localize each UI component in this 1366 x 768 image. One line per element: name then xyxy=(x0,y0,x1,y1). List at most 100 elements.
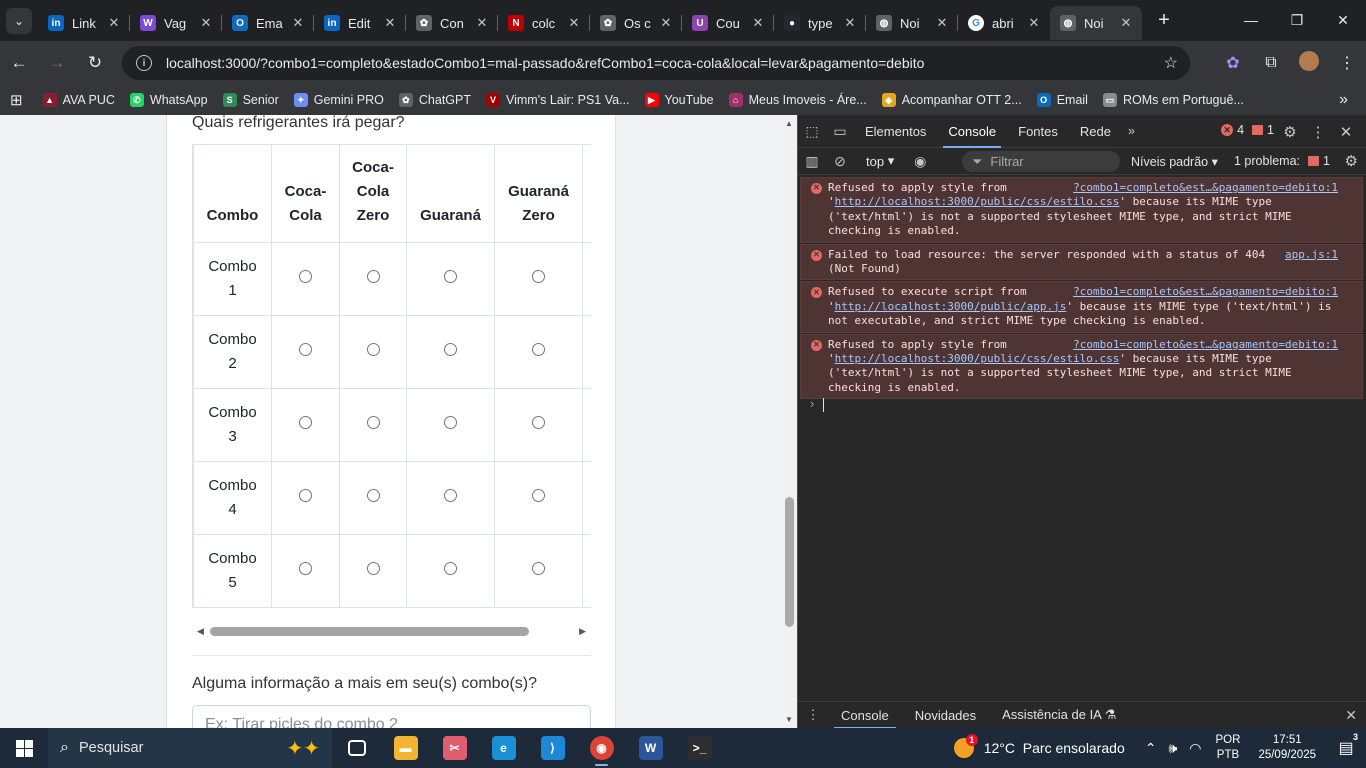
close-tab-icon[interactable]: ✕ xyxy=(290,15,306,31)
soft-drink-radio[interactable] xyxy=(444,343,457,356)
soft-drink-radio[interactable] xyxy=(299,489,312,502)
close-tab-icon[interactable]: ✕ xyxy=(474,15,490,31)
forward-icon[interactable]: → xyxy=(38,53,76,73)
close-tab-icon[interactable]: ✕ xyxy=(842,15,858,31)
browser-tab[interactable]: ✿ Con ✕ xyxy=(406,6,498,40)
scrollbar-thumb[interactable] xyxy=(210,627,529,636)
browser-tab[interactable]: ✿ Os c ✕ xyxy=(590,6,682,40)
soft-drink-radio[interactable] xyxy=(532,343,545,356)
soft-drink-radio[interactable] xyxy=(366,343,380,356)
bookmark-item[interactable]: S Senior xyxy=(222,93,279,107)
bookmark-item[interactable]: ⌂ Meus Imoveis - Áre... xyxy=(728,93,867,107)
devtools-counters[interactable]: ✕ 4 1 xyxy=(1221,123,1274,137)
log-levels-dropdown[interactable]: Níveis padrão ▾ xyxy=(1131,154,1218,169)
message-source-link[interactable]: ?combo1=completo&est…&pagamento=debito:1 xyxy=(1073,181,1338,195)
browser-tab[interactable]: in Edit ✕ xyxy=(314,6,406,40)
inspect-element-icon[interactable]: ⬚ xyxy=(798,123,826,140)
taskbar-app[interactable]: ▣ xyxy=(332,728,381,768)
drawer-tab[interactable]: Console xyxy=(828,702,902,729)
bookmark-item[interactable]: ▶ YouTube xyxy=(644,93,714,107)
back-icon[interactable]: ← xyxy=(0,53,38,73)
devtools-tab-console[interactable]: Console xyxy=(937,115,1007,148)
browser-tab[interactable]: ◍ Noi ✕ xyxy=(1050,6,1142,40)
profile-avatar[interactable] xyxy=(1290,50,1328,76)
browser-tab[interactable]: U Cou ✕ xyxy=(682,6,774,40)
site-info-icon[interactable]: i xyxy=(136,55,152,71)
bookmark-item[interactable]: ✦ Gemini PRO xyxy=(293,93,384,107)
volume-icon[interactable]: 🕪 xyxy=(1168,740,1177,757)
show-hidden-icons-icon[interactable]: ⌃ xyxy=(1145,740,1157,757)
context-selector[interactable]: top ▾ xyxy=(858,151,902,171)
address-url[interactable]: localhost:3000/?combo1=completo&estadoCo… xyxy=(166,55,924,71)
soft-drink-radio[interactable] xyxy=(532,489,545,502)
bookmark-item[interactable]: ✆ WhatsApp xyxy=(129,93,208,107)
message-source-link[interactable]: app.js:1 xyxy=(1285,248,1338,262)
soft-drink-radio[interactable] xyxy=(532,416,545,429)
close-tab-icon[interactable]: ✕ xyxy=(934,15,950,31)
notification-center-icon[interactable]: ▤ 3 xyxy=(1326,732,1366,758)
message-url-link[interactable]: http://localhost:3000/public/css/estilo.… xyxy=(835,195,1120,208)
live-expression-eye-icon[interactable]: ◉ xyxy=(906,153,934,170)
close-tab-icon[interactable]: ✕ xyxy=(1118,15,1134,31)
close-drawer-icon[interactable]: ✕ xyxy=(1345,707,1357,724)
soft-drink-radio[interactable] xyxy=(366,270,380,283)
bookmark-item[interactable]: ▭ ROMs em Portuguê... xyxy=(1102,93,1244,107)
browser-menu-icon[interactable]: ⋮ xyxy=(1328,53,1366,73)
message-url-link[interactable]: http://localhost:3000/public/css/estilo.… xyxy=(835,352,1120,365)
soft-drink-radio[interactable] xyxy=(299,562,312,575)
minimize-icon[interactable]: — xyxy=(1228,0,1274,40)
close-tab-icon[interactable]: ✕ xyxy=(1026,15,1042,31)
taskbar-search[interactable]: ⌕ Pesquisar ✦✦ xyxy=(48,728,332,768)
tab-search-button[interactable]: ⌄ xyxy=(0,0,38,41)
language-indicator[interactable]: POR PTB xyxy=(1216,733,1241,763)
drawer-menu-icon[interactable]: ⋮ xyxy=(798,707,828,723)
new-tab-button[interactable]: + xyxy=(1148,9,1180,32)
bookmark-item[interactable]: V Vimm's Lair: PS1 Va... xyxy=(486,93,630,107)
devtools-tab-fontes[interactable]: Fontes xyxy=(1007,115,1069,148)
close-tab-icon[interactable]: ✕ xyxy=(566,15,582,31)
message-source-link[interactable]: ?combo1=completo&est…&pagamento=debito:1 xyxy=(1073,338,1338,352)
scroll-up-icon[interactable]: ▲ xyxy=(785,119,793,128)
settings-gear-icon[interactable]: ⚙ xyxy=(1276,123,1304,141)
bookmark-item[interactable]: ✿ ChatGPT xyxy=(398,93,471,107)
soft-drink-radio[interactable] xyxy=(444,562,457,575)
extra-info-input[interactable]: Ex: Tirar picles do combo 2 xyxy=(192,705,591,728)
close-devtools-icon[interactable]: ✕ xyxy=(1332,123,1360,141)
soft-drink-radio[interactable] xyxy=(444,489,457,502)
browser-tab[interactable]: in Link ✕ xyxy=(38,6,130,40)
reload-icon[interactable]: ↻ xyxy=(76,53,114,73)
scroll-left-icon[interactable]: ◀ xyxy=(197,626,204,637)
soft-drink-radio[interactable] xyxy=(299,270,312,283)
close-tab-icon[interactable]: ✕ xyxy=(106,15,122,31)
close-tab-icon[interactable]: ✕ xyxy=(658,15,674,31)
sidebar-toggle-icon[interactable]: ▥ xyxy=(798,153,826,170)
console-settings-icon[interactable]: ⚙ xyxy=(1345,152,1358,170)
soft-drink-radio[interactable] xyxy=(299,416,312,429)
close-tab-icon[interactable]: ✕ xyxy=(198,15,214,31)
start-button[interactable] xyxy=(0,728,48,768)
soft-drinks-table-wrapper[interactable]: Combo Coca- Cola Coca- Cola Zero Guaraná Gua… xyxy=(192,144,591,608)
message-source-link[interactable]: ?combo1=completo&est…&pagamento=debito:1 xyxy=(1073,285,1338,299)
close-tab-icon[interactable]: ✕ xyxy=(382,15,398,31)
bookmark-item[interactable]: ▲ AVA PUC xyxy=(42,93,115,107)
soft-drink-radio[interactable] xyxy=(532,562,545,575)
soft-drink-radio[interactable] xyxy=(366,489,380,502)
close-tab-icon[interactable]: ✕ xyxy=(750,15,766,31)
address-bar[interactable]: i localhost:3000/?combo1=completo&estado… xyxy=(122,46,1190,80)
taskbar-app[interactable]: ▬ xyxy=(381,728,430,768)
drawer-tab[interactable]: Assistência de IA ⚗ xyxy=(989,702,1129,729)
browser-tab[interactable]: Ncolc ✕ xyxy=(498,6,590,40)
page-scrollbar-thumb[interactable] xyxy=(785,497,794,627)
drawer-tab[interactable]: Novidades xyxy=(902,702,989,729)
soft-drink-radio[interactable] xyxy=(444,416,457,429)
problems-indicator[interactable]: 1 problema: 1 xyxy=(1234,154,1330,168)
table-horizontal-scrollbar[interactable]: ◀ ▶ xyxy=(192,622,591,640)
soft-drink-radio[interactable] xyxy=(532,270,545,283)
clear-console-icon[interactable]: ⊘ xyxy=(826,153,854,170)
devtools-tab-rede[interactable]: Rede xyxy=(1069,115,1122,148)
soft-drink-radio[interactable] xyxy=(299,343,312,356)
scroll-right-icon[interactable]: ▶ xyxy=(579,626,586,637)
bookmark-item[interactable]: O Email xyxy=(1036,93,1088,107)
browser-tab[interactable]: ● type ✕ xyxy=(774,6,866,40)
taskbar-app[interactable]: >_ xyxy=(675,728,724,768)
